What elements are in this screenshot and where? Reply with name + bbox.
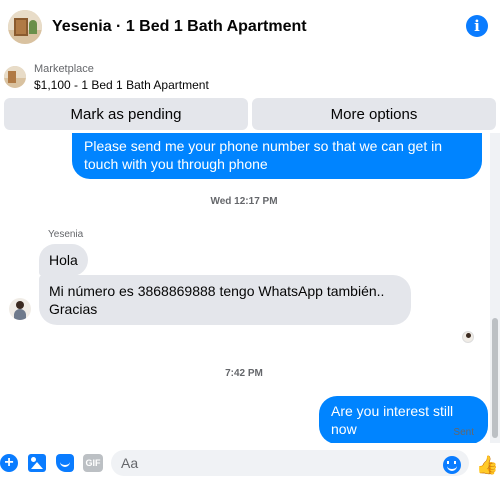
listing-category: Marketplace bbox=[34, 63, 94, 75]
emoji-icon[interactable] bbox=[443, 456, 461, 474]
seen-indicator-avatar bbox=[462, 331, 474, 343]
message-input[interactable] bbox=[121, 455, 421, 471]
like-icon[interactable]: 👍 bbox=[476, 455, 498, 475]
plus-icon[interactable]: + bbox=[0, 454, 18, 472]
message-timestamp: Wed 12:17 PM bbox=[210, 196, 278, 207]
gif-icon[interactable]: GIF bbox=[83, 454, 103, 472]
sender-avatar[interactable] bbox=[9, 298, 31, 320]
message-input-wrapper bbox=[111, 450, 469, 476]
listing-price-title: $1,100 - 1 Bed 1 Bath Apartment bbox=[34, 78, 209, 92]
incoming-message[interactable]: Mi número es 3868869888 tengo WhatsApp t… bbox=[39, 275, 411, 325]
more-options-button[interactable]: More options bbox=[252, 98, 496, 130]
incoming-message[interactable]: Hola bbox=[39, 244, 88, 276]
listing-thumbnail-small bbox=[4, 66, 26, 88]
thread-scrollbar[interactable] bbox=[490, 133, 500, 443]
scrollbar-thumb[interactable] bbox=[492, 318, 498, 438]
mark-as-pending-button[interactable]: Mark as pending bbox=[4, 98, 248, 130]
outgoing-message[interactable]: Please send me your phone number so that… bbox=[72, 133, 482, 179]
message-thread: Please send me your phone number so that… bbox=[0, 133, 488, 443]
image-icon[interactable] bbox=[28, 454, 46, 472]
message-timestamp: 7:42 PM bbox=[225, 368, 263, 379]
listing-thumbnail[interactable] bbox=[8, 10, 42, 44]
listing-actions: Mark as pending More options bbox=[4, 98, 496, 130]
sticker-icon[interactable] bbox=[56, 454, 74, 472]
chat-title[interactable]: Yesenia · 1 Bed 1 Bath Apartment bbox=[52, 18, 307, 36]
sender-name: Yesenia bbox=[48, 229, 84, 240]
info-icon[interactable]: i bbox=[466, 15, 488, 37]
chat-header: Yesenia · 1 Bed 1 Bath Apartment i bbox=[0, 0, 500, 54]
message-status: Sent bbox=[453, 427, 474, 438]
listing-summary[interactable]: Marketplace $1,100 - 1 Bed 1 Bath Apartm… bbox=[0, 58, 500, 96]
